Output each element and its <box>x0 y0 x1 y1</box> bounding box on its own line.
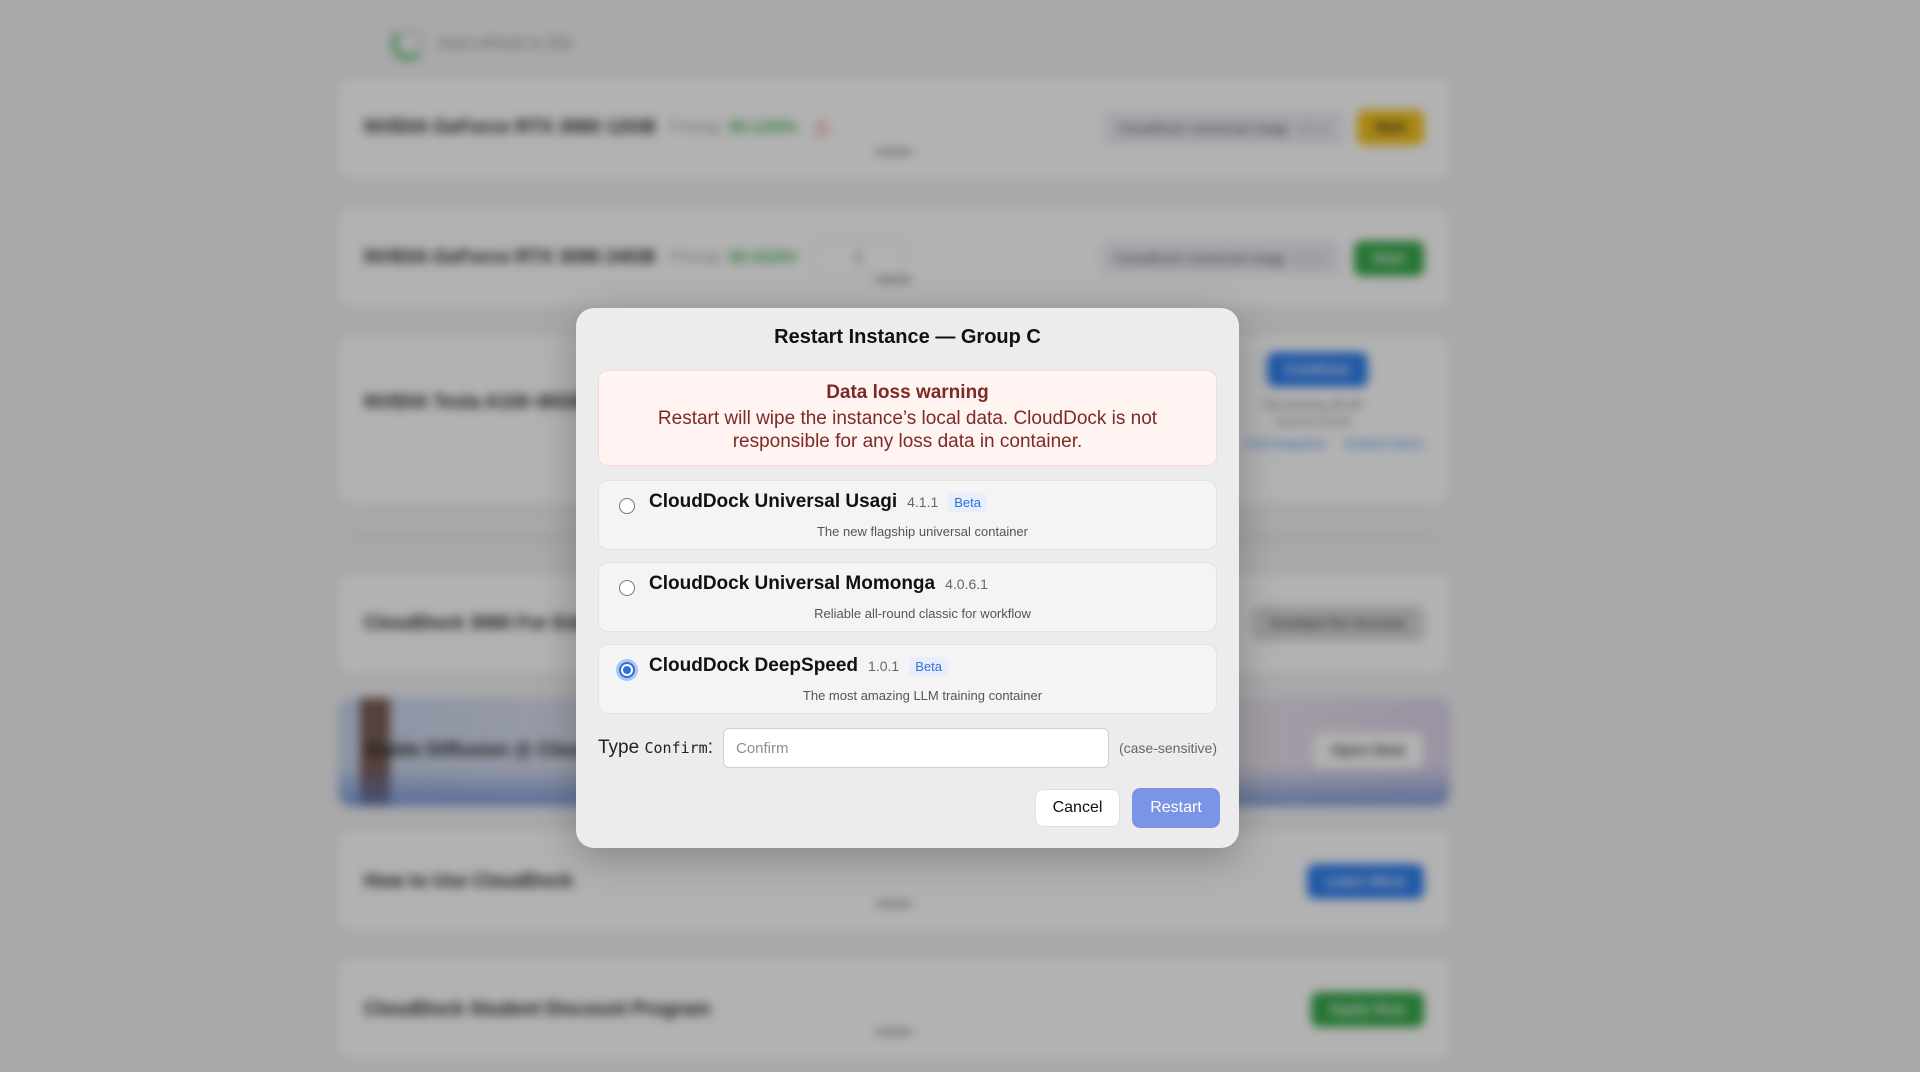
dialog-title: Restart Instance — Group C <box>774 326 1041 348</box>
type-confirm-label: Type Confirm: <box>598 737 713 758</box>
option-version: 4.0.6.1 <box>945 576 988 592</box>
cancel-button[interactable]: Cancel <box>1035 789 1120 827</box>
option-name: CloudDock Universal Momonga <box>649 573 936 594</box>
option-version: 4.1.1 <box>907 494 939 510</box>
beta-badge: Beta <box>948 493 988 512</box>
option-name: CloudDock DeepSpeed <box>649 655 859 676</box>
warning-title: Data loss warning <box>826 382 989 403</box>
option-description: Reliable all-round classic for workflow <box>814 606 1031 621</box>
restart-button[interactable]: Restart <box>1132 788 1220 828</box>
radio-button[interactable] <box>619 580 635 596</box>
confirm-input[interactable] <box>722 728 1109 768</box>
case-sensitive-note: (case-sensitive) <box>1118 740 1217 756</box>
option-version: 1.0.1 <box>868 658 900 674</box>
radio-button[interactable] <box>619 498 635 514</box>
restart-instance-dialog: Restart Instance — Group C Data loss war… <box>576 308 1239 848</box>
radio-button-selected[interactable] <box>619 662 635 678</box>
warning-body: Restart will wipe the instance’s local d… <box>657 408 1158 452</box>
option-description: The new flagship universal container <box>816 524 1028 539</box>
data-loss-warning: Data loss warning Restart will wipe the … <box>598 370 1217 466</box>
container-option-momonga[interactable]: CloudDock Universal Momonga 4.0.6.1 Reli… <box>598 562 1217 632</box>
option-name: CloudDock Universal Usagi <box>649 491 898 512</box>
container-option-deepspeed[interactable]: CloudDock DeepSpeed 1.0.1 Beta The most … <box>598 644 1217 714</box>
option-description: The most amazing LLM training container <box>802 688 1043 703</box>
container-option-usagi[interactable]: CloudDock Universal Usagi 4.1.1 Beta The… <box>598 480 1217 550</box>
confirm-row: Type Confirm: (case-sensitive) <box>598 728 1217 768</box>
beta-badge: Beta <box>909 657 948 676</box>
